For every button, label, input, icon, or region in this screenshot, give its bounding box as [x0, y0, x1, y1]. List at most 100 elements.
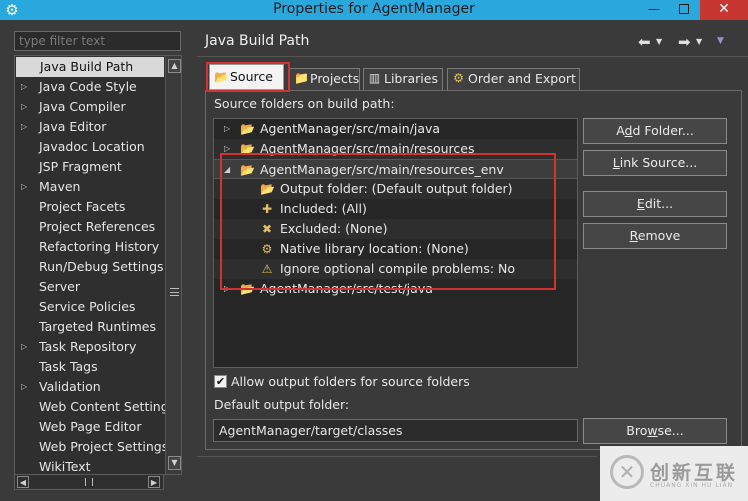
sidebar-item[interactable]: Java Build Path — [16, 57, 164, 77]
minimize-button[interactable]: — — [640, 0, 668, 20]
sidebar-item-label: Server — [39, 279, 80, 294]
nav-horizontal-scrollbar[interactable]: ◀ ▶ — [14, 474, 164, 490]
sidebar-item-label: Run/Debug Settings — [39, 259, 164, 274]
tree-row-label: AgentManager/src/main/resources — [260, 141, 475, 156]
sidebar-item[interactable]: Service Policies — [15, 297, 165, 317]
tree-row[interactable]: ⚠ Ignore optional compile problems: No — [214, 259, 577, 279]
tab-projects[interactable]: 📁 Projects — [289, 68, 360, 90]
sidebar-item[interactable]: Web Content Settings — [15, 397, 175, 417]
tab-order-and-export[interactable]: ⚙ Order and Export — [447, 68, 580, 90]
view-menu-icon[interactable]: ▼ — [717, 36, 724, 46]
watermark-emblem-icon: ✕ — [610, 455, 644, 489]
expand-arrow-icon[interactable]: ▷ — [21, 377, 27, 397]
sidebar-item[interactable]: WikiText — [15, 457, 165, 474]
forward-arrow-icon[interactable]: ➡ — [678, 33, 691, 51]
sidebar-item[interactable]: ▷ Java Editor — [15, 117, 165, 137]
sidebar-item[interactable]: ▷ Maven — [15, 177, 165, 197]
tree-row[interactable]: ⚙ Native library location: (None) — [214, 239, 577, 259]
sidebar-item-label: Web Page Editor — [39, 419, 142, 434]
close-button[interactable]: ✕ — [700, 0, 748, 20]
sidebar-item-label: Web Content Settings — [39, 399, 176, 414]
tab-libraries[interactable]: ▥ Libraries — [363, 68, 443, 90]
sidebar-item-label: Task Repository — [39, 339, 137, 354]
tree-row-label: Ignore optional compile problems: No — [280, 261, 516, 276]
scroll-right-icon[interactable]: ▶ — [148, 476, 160, 488]
default-output-folder-field[interactable]: AgentManager/target/classes — [213, 419, 578, 442]
sidebar-item[interactable]: Targeted Runtimes — [15, 317, 165, 337]
sidebar-item[interactable]: Task Tags — [15, 357, 165, 377]
filter-input[interactable]: type filter text — [14, 31, 181, 51]
tree-row[interactable]: ✚ Included: (All) — [214, 199, 577, 219]
expand-arrow-icon[interactable]: ▷ — [21, 97, 27, 117]
nav-vertical-scrollbar[interactable]: ▲ ▼ — [165, 56, 181, 474]
maximize-button[interactable] — [670, 0, 698, 20]
sidebar-item-label: Java Compiler — [39, 99, 126, 114]
expand-arrow-icon[interactable]: ▷ — [21, 337, 27, 357]
sidebar-item-label: Java Code Style — [39, 79, 137, 94]
scroll-down-icon[interactable]: ▼ — [168, 456, 181, 470]
sidebar-item[interactable]: ▷ Task Repository — [15, 337, 165, 357]
expand-arrow-icon[interactable]: ▷ — [224, 139, 230, 159]
expand-arrow-icon[interactable]: ▷ — [224, 119, 230, 139]
watermark-text: 创新互联 — [650, 462, 739, 484]
source-folder-icon: 📂 — [240, 163, 255, 177]
scroll-thumb-grip-icon[interactable] — [170, 288, 179, 296]
sidebar-item-label: Service Policies — [39, 299, 136, 314]
sidebar-item-label: Task Tags — [39, 359, 98, 374]
sidebar-item-label: WikiText — [39, 459, 91, 474]
sidebar-item-label: Java Editor — [39, 119, 107, 134]
sidebar-item[interactable]: ▷ Java Code Style — [15, 77, 165, 97]
tree-row[interactable]: ▷ 📂 AgentManager/src/main/java — [214, 119, 577, 139]
back-dropdown-icon[interactable]: ▼ — [656, 37, 662, 46]
sidebar-item[interactable]: ▷ Validation — [15, 377, 165, 397]
browse-button[interactable]: Browse... — [583, 418, 727, 444]
sidebar-item-label: Java Build Path — [40, 59, 134, 74]
source-folder-icon: 📂 — [240, 122, 255, 136]
sidebar-item[interactable]: ▷ Java Compiler — [15, 97, 165, 117]
sidebar-item[interactable]: Project Facets — [15, 197, 165, 217]
tree-row[interactable]: ▷ 📂 AgentManager/src/main/resources — [214, 139, 577, 159]
inclusion-filter-icon: ✚ — [261, 202, 273, 216]
sidebar-item[interactable]: Javadoc Location — [15, 137, 165, 157]
tree-row-label: Native library location: (None) — [280, 241, 469, 256]
expand-arrow-icon[interactable]: ▷ — [21, 77, 27, 97]
bottom-divider — [197, 456, 597, 457]
sidebar-item-label: Refactoring History — [39, 239, 160, 254]
header-divider — [197, 56, 748, 57]
link-source-button[interactable]: Link Source... — [583, 150, 727, 176]
sidebar-item[interactable]: Run/Debug Settings — [15, 257, 165, 277]
remove-button[interactable]: Remove — [583, 223, 727, 249]
sidebar-item-label: JSP Fragment — [39, 159, 122, 174]
source-folders-tree[interactable]: ▷ 📂 AgentManager/src/main/java ▷ 📂 AgentManag… — [213, 118, 578, 368]
page-title: Java Build Path — [205, 33, 310, 49]
libraries-icon: ▥ — [368, 71, 381, 85]
expand-arrow-icon[interactable]: ▷ — [224, 279, 230, 299]
forward-dropdown-icon[interactable]: ▼ — [696, 37, 702, 46]
sidebar-item[interactable]: Refactoring History — [15, 237, 165, 257]
sidebar-item[interactable]: Project References — [15, 217, 165, 237]
native-library-icon: ⚙ — [261, 242, 273, 256]
collapse-arrow-icon[interactable]: ◢ — [224, 160, 230, 180]
edit-button[interactable]: Edit... — [583, 191, 727, 217]
tab-source[interactable]: 📂 Source — [209, 64, 284, 90]
tree-row[interactable]: ◢ 📂 AgentManager/src/main/resources_env — [214, 159, 577, 179]
hscroll-grip-icon[interactable] — [85, 478, 93, 486]
tree-row[interactable]: ▷ 📂 AgentManager/src/test/java — [214, 279, 577, 299]
expand-arrow-icon[interactable]: ▷ — [21, 117, 27, 137]
tree-row-label: AgentManager/src/main/java — [260, 121, 441, 136]
sidebar-item[interactable]: JSP Fragment — [15, 157, 165, 177]
allow-output-folders-checkbox[interactable]: ✔ — [214, 375, 227, 388]
history-navigation: ⬅ ▼ ➡ ▼ ▼ — [638, 33, 734, 51]
add-folder-button[interactable]: Add Folder... — [583, 118, 727, 144]
expand-arrow-icon[interactable]: ▷ — [21, 177, 27, 197]
sidebar-item-label: Web Project Settings — [39, 439, 169, 454]
sidebar-item[interactable]: Server — [15, 277, 165, 297]
scroll-left-icon[interactable]: ◀ — [17, 476, 29, 488]
scroll-up-icon[interactable]: ▲ — [168, 59, 181, 73]
watermark-logo: ✕ 创新互联 CHUANG XIN HU LIAN — [600, 446, 748, 501]
tree-row[interactable]: 📂 Output folder: (Default output folder) — [214, 179, 577, 199]
sidebar-item[interactable]: Web Page Editor — [15, 417, 165, 437]
tree-row[interactable]: ✖ Excluded: (None) — [214, 219, 577, 239]
back-arrow-icon[interactable]: ⬅ — [638, 33, 651, 51]
sidebar-item[interactable]: Web Project Settings — [15, 437, 169, 457]
